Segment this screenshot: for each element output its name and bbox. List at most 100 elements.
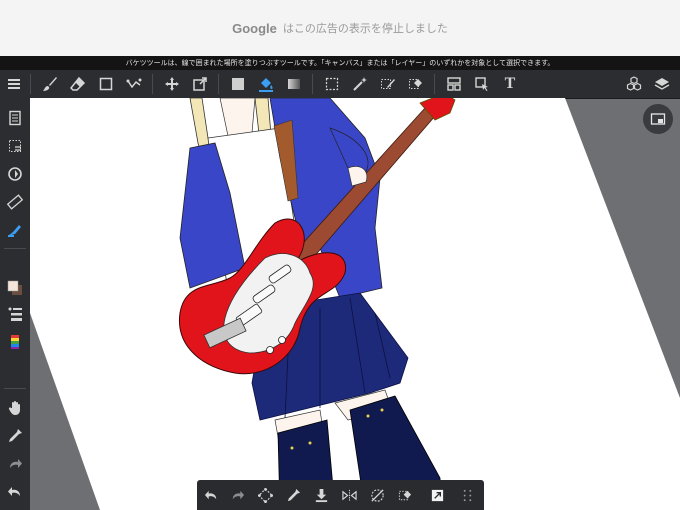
expand-button[interactable] bbox=[425, 483, 449, 507]
square-icon bbox=[99, 77, 113, 91]
transform-selection-icon bbox=[257, 487, 273, 503]
curve-icon bbox=[126, 78, 142, 89]
transform-tool-button[interactable] bbox=[188, 72, 212, 96]
fill-rect-icon bbox=[232, 78, 244, 90]
toolbar-divider bbox=[434, 74, 435, 94]
bottom-redo-button[interactable] bbox=[225, 483, 249, 507]
sidebar-divider bbox=[4, 248, 26, 249]
eyedropper-icon bbox=[9, 429, 22, 442]
frame-divider-icon bbox=[447, 77, 461, 91]
brush-tool-button[interactable] bbox=[38, 72, 62, 96]
transform-selection-button[interactable] bbox=[253, 483, 277, 507]
redo-icon bbox=[232, 490, 244, 499]
brush-size-button[interactable] bbox=[3, 302, 27, 326]
ruler-button[interactable] bbox=[3, 190, 27, 214]
flip-icon bbox=[341, 489, 357, 501]
selection-icon bbox=[325, 77, 339, 91]
color-palette-icon bbox=[11, 335, 19, 349]
redo-button[interactable] bbox=[3, 452, 27, 476]
move-tool-button[interactable] bbox=[160, 72, 184, 96]
gradient-tool-button[interactable] bbox=[282, 72, 306, 96]
brush-size-icon bbox=[8, 307, 22, 321]
redo-icon bbox=[10, 459, 22, 468]
snap-icon bbox=[8, 225, 21, 237]
move-icon bbox=[165, 77, 179, 91]
toolbar-divider bbox=[312, 74, 313, 94]
selection-layer-button[interactable] bbox=[3, 134, 27, 158]
brush-icon bbox=[43, 77, 57, 91]
rotate-view-button[interactable] bbox=[3, 162, 27, 186]
expand-icon bbox=[431, 489, 443, 501]
text-tool-icon: T bbox=[504, 75, 516, 92]
ad-banner: Google はこの広告の表示を停止しました bbox=[0, 0, 680, 56]
top-toolbar: T bbox=[0, 70, 680, 99]
undo-icon bbox=[204, 490, 216, 499]
selection-eraser-button[interactable] bbox=[404, 72, 428, 96]
selection-layer-icon bbox=[9, 140, 21, 152]
eyedropper-icon bbox=[287, 488, 300, 501]
menu-icon bbox=[8, 79, 20, 89]
text-tool-button[interactable]: T bbox=[498, 72, 522, 96]
selection-tool-button[interactable] bbox=[320, 72, 344, 96]
rotate-icon bbox=[8, 167, 22, 181]
toolbar-divider bbox=[218, 74, 219, 94]
download-icon bbox=[315, 488, 327, 502]
selection-pen-icon bbox=[381, 79, 395, 89]
hand-tool-button[interactable] bbox=[3, 396, 27, 420]
ruler-icon bbox=[7, 194, 23, 210]
materials-icon bbox=[626, 76, 642, 91]
tool-hint: バケツツールは、線で囲まれた場所を塗りつぶすツールです。「キャンバス」または「レ… bbox=[0, 56, 680, 70]
layers-button[interactable] bbox=[650, 72, 674, 96]
grid-dots-icon bbox=[463, 489, 471, 501]
bottom-eyedropper-button[interactable] bbox=[281, 483, 305, 507]
undo-button[interactable] bbox=[3, 480, 27, 504]
bucket-tool-button[interactable] bbox=[254, 72, 278, 96]
erase-selection-icon bbox=[398, 490, 411, 500]
frame-divider-button[interactable] bbox=[442, 72, 466, 96]
selection-pen-button[interactable] bbox=[376, 72, 400, 96]
bucket-icon bbox=[259, 78, 273, 92]
menu-button[interactable] bbox=[2, 72, 26, 96]
ad-message: はこの広告の表示を停止しました bbox=[282, 22, 448, 35]
gradient-icon bbox=[288, 79, 300, 89]
navigator-icon bbox=[650, 113, 666, 125]
clear-selection-button[interactable] bbox=[365, 483, 389, 507]
layers-icon bbox=[654, 78, 670, 90]
bottom-toolbar bbox=[197, 480, 484, 510]
clear-selection-icon bbox=[370, 488, 384, 502]
eyedropper-button[interactable] bbox=[3, 424, 27, 448]
navigator-button[interactable] bbox=[643, 104, 673, 134]
drawing-canvas[interactable] bbox=[30, 98, 680, 510]
eraser-icon bbox=[70, 76, 86, 91]
document-icon bbox=[9, 110, 21, 126]
sidebar-divider bbox=[4, 388, 26, 389]
illustration bbox=[30, 98, 680, 510]
more-button[interactable] bbox=[455, 483, 479, 507]
transform-icon bbox=[193, 77, 207, 91]
shape-tool-button[interactable] bbox=[94, 72, 118, 96]
hand-icon bbox=[8, 401, 20, 415]
fill-tool-button[interactable] bbox=[226, 72, 250, 96]
operation-icon bbox=[475, 77, 488, 91]
undo-icon bbox=[8, 487, 20, 496]
curve-tool-button[interactable] bbox=[122, 72, 146, 96]
flip-horizontal-button[interactable] bbox=[337, 483, 361, 507]
materials-button[interactable] bbox=[622, 72, 646, 96]
color-palette-button[interactable] bbox=[3, 330, 27, 354]
erase-selection-button[interactable] bbox=[393, 483, 417, 507]
left-sidebar bbox=[0, 98, 30, 510]
ad-brand: Google bbox=[232, 20, 277, 36]
bottom-undo-button[interactable] bbox=[199, 483, 223, 507]
selection-eraser-icon bbox=[409, 79, 422, 89]
save-image-button[interactable] bbox=[309, 483, 333, 507]
toolbar-divider bbox=[30, 74, 31, 94]
operation-tool-button[interactable] bbox=[470, 72, 494, 96]
magic-wand-button[interactable] bbox=[348, 72, 372, 96]
snap-button[interactable] bbox=[3, 218, 27, 242]
color-swatch-icon bbox=[7, 280, 22, 295]
toolbar-divider bbox=[152, 74, 153, 94]
magic-wand-icon bbox=[353, 77, 367, 91]
eraser-tool-button[interactable] bbox=[66, 72, 90, 96]
document-button[interactable] bbox=[3, 106, 27, 130]
color-swap-button[interactable] bbox=[3, 276, 27, 300]
